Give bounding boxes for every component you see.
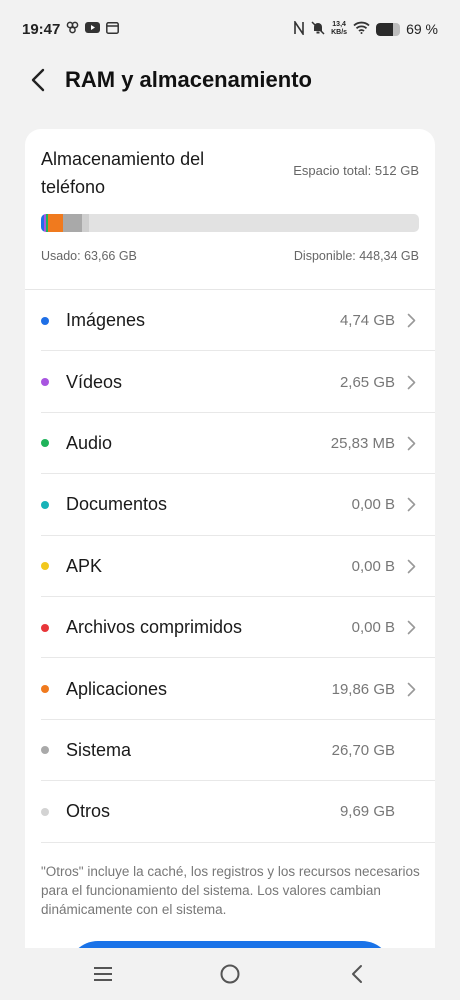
pinwheel-icon <box>66 21 79 37</box>
category-name: Archivos comprimidos <box>66 617 243 638</box>
storage-usage-bar <box>41 214 419 232</box>
storage-bar-segment <box>62 214 83 232</box>
category-size: 0,00 B <box>351 557 395 575</box>
category-size: 2,65 GB <box>339 373 395 391</box>
category-name: Aplicaciones <box>66 678 168 699</box>
category-name: Otros <box>66 801 111 822</box>
battery-icon <box>376 22 401 36</box>
category-color-dot <box>41 685 49 694</box>
nfc-icon <box>293 18 305 38</box>
category-color-dot <box>41 807 49 816</box>
category-size: 0,00 B <box>351 496 395 514</box>
category-color-dot <box>41 500 49 509</box>
wifi-icon <box>353 21 370 37</box>
back-button[interactable] <box>30 65 52 95</box>
category-size: 4,74 GB <box>339 312 395 330</box>
storage-available: Disponible: 448,34 GB <box>293 249 419 263</box>
category-color-dot <box>41 439 49 448</box>
status-bar: 19:47 13,4 KB/s 69 % <box>0 0 460 58</box>
category-color-dot <box>41 378 49 387</box>
category-size: 9,69 GB <box>339 803 395 821</box>
chevron-right-icon <box>407 558 417 574</box>
category-row[interactable]: APK 0,00 B <box>25 536 435 598</box>
category-size: 0,00 B <box>351 619 395 637</box>
storage-title: Almacenamiento del teléfono <box>41 149 205 197</box>
category-row[interactable]: Archivos comprimidos 0,00 B <box>25 597 435 659</box>
storage-used: Usado: 63,66 GB <box>41 249 137 263</box>
category-list: Imágenes 4,74 GB Vídeos 2,65 GB Audio 25,83 M… <box>25 290 435 843</box>
storage-header: Almacenamiento del teléfono Espacio tota… <box>41 145 419 201</box>
category-name: Imágenes <box>66 310 146 331</box>
youtube-icon <box>85 22 101 36</box>
category-name: Documentos <box>66 494 168 515</box>
chevron-left-icon <box>31 68 45 92</box>
category-name: Vídeos <box>66 371 123 392</box>
chevron-right-icon <box>407 497 417 513</box>
category-size: 26,70 GB <box>331 741 395 759</box>
chevron-right-icon <box>407 374 417 390</box>
system-back-button[interactable] <box>337 954 377 994</box>
status-time: 19:47 <box>22 20 61 38</box>
menu-icon <box>94 967 113 981</box>
category-name: Sistema <box>66 739 132 760</box>
mute-bell-icon <box>311 20 325 38</box>
category-size: 25,83 MB <box>330 434 395 452</box>
storage-total: Espacio total: 512 GB <box>293 163 419 178</box>
window-icon <box>106 21 120 37</box>
storage-bar-segment <box>47 214 63 232</box>
chevron-right-icon <box>407 620 417 636</box>
category-row[interactable]: Vídeos 2,65 GB <box>25 351 435 414</box>
page-title: RAM y almacenamiento <box>65 67 312 92</box>
navigation-bar <box>0 948 460 1000</box>
storage-card: Almacenamiento del teléfono Espacio tota… <box>25 129 435 1000</box>
back-icon <box>351 965 362 983</box>
chevron-right-icon <box>407 435 417 451</box>
category-row[interactable]: Imágenes 4,74 GB <box>25 290 435 352</box>
status-bar-right: 13,4 KB/s 69 % <box>293 18 438 38</box>
category-color-dot <box>41 623 49 632</box>
category-row: Otros 9,69 GB <box>25 781 435 843</box>
chevron-right-icon <box>407 681 417 697</box>
others-note: "Otros" incluye la caché, los registros … <box>41 864 420 917</box>
category-row[interactable]: Aplicaciones 19,86 GB <box>25 658 435 721</box>
chevron-right-icon <box>407 313 417 329</box>
storage-bar-segment <box>82 214 90 232</box>
category-name: APK <box>66 555 103 576</box>
category-row: Sistema 26,70 GB <box>25 720 435 782</box>
recent-apps-button[interactable] <box>83 954 123 994</box>
category-color-dot <box>41 746 49 755</box>
status-bar-left: 19:47 <box>22 20 120 38</box>
category-color-dot <box>41 562 49 571</box>
home-icon <box>220 964 240 984</box>
home-button[interactable] <box>210 954 250 994</box>
category-row[interactable]: Audio 25,83 MB <box>25 413 435 475</box>
category-size: 19,86 GB <box>331 680 395 698</box>
battery-fill <box>376 22 393 36</box>
category-row[interactable]: Documentos 0,00 B <box>25 474 435 536</box>
battery-percent: 69 % <box>406 21 438 37</box>
network-speed-value: 13,4 <box>332 21 346 28</box>
network-speed: 13,4 KB/s <box>331 21 347 37</box>
category-color-dot <box>41 316 49 325</box>
app-header: RAM y almacenamiento <box>0 58 460 102</box>
category-name: Audio <box>66 432 113 453</box>
network-speed-unit: KB/s <box>331 29 348 36</box>
